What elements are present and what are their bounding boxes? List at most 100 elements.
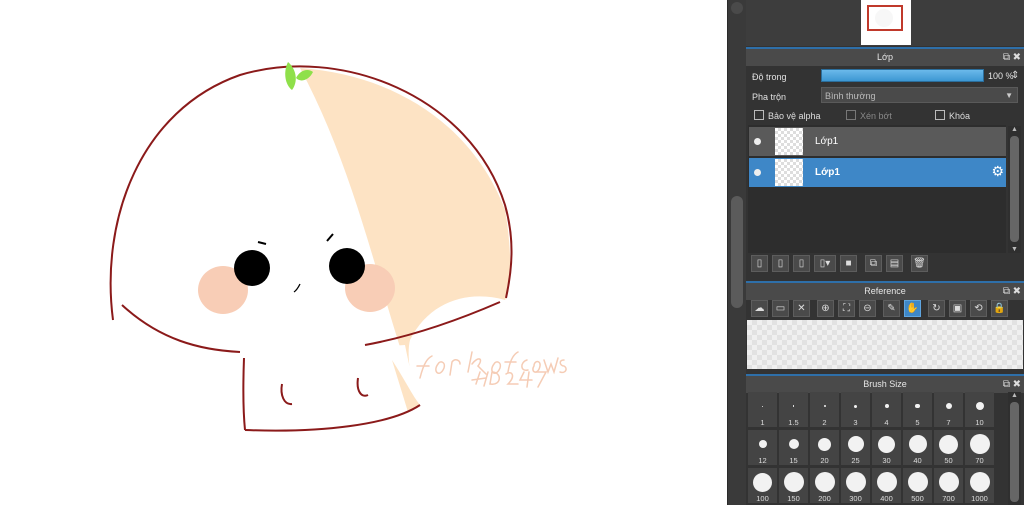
brush-size-option[interactable]: 20 bbox=[810, 430, 839, 465]
brush-scroll-thumb[interactable] bbox=[1010, 402, 1019, 502]
layer-row[interactable]: Lớp1 bbox=[749, 127, 1006, 156]
brush-size-option[interactable]: 50 bbox=[934, 430, 963, 465]
visibility-icon[interactable] bbox=[754, 138, 761, 145]
brush-size-option[interactable]: 5 bbox=[903, 392, 932, 427]
layer-row-selected[interactable]: Lớp1 ⚙ bbox=[749, 158, 1006, 187]
brush-size-option[interactable]: 1000 bbox=[965, 468, 994, 503]
delete-layer-icon[interactable]: 🗑 bbox=[911, 255, 928, 272]
brush-size-dot bbox=[915, 403, 920, 409]
rotate-icon[interactable]: ↻ bbox=[928, 300, 945, 317]
detach-icon[interactable]: ⧉ bbox=[1003, 376, 1010, 393]
new-folder-icon[interactable]: ■ bbox=[840, 255, 857, 272]
brush-size-option[interactable]: 70 bbox=[965, 430, 994, 465]
eyedropper-icon[interactable]: ✎ bbox=[883, 300, 900, 317]
brush-size-option[interactable]: 400 bbox=[872, 468, 901, 503]
brush-size-option[interactable]: 3 bbox=[841, 392, 870, 427]
brush-size-option[interactable]: 1.5 bbox=[779, 392, 808, 427]
scroll-down-icon[interactable]: ▼ bbox=[1011, 246, 1018, 253]
brush-size-label: 400 bbox=[880, 494, 893, 503]
opacity-slider[interactable] bbox=[821, 69, 984, 82]
brush-size-option[interactable]: 7 bbox=[934, 392, 963, 427]
scroll-up-icon[interactable]: ▲ bbox=[1011, 392, 1018, 399]
brush-size-label: 1.5 bbox=[788, 418, 799, 427]
new-1bit-layer-icon[interactable]: ▯ bbox=[793, 255, 810, 272]
brush-size-dot bbox=[758, 440, 767, 448]
checkbox-box bbox=[935, 110, 945, 120]
brush-size-label: 200 bbox=[818, 494, 831, 503]
layer-scroll-thumb[interactable] bbox=[1010, 136, 1019, 242]
protect-alpha-checkbox[interactable]: Bảo vệ alpha bbox=[754, 110, 821, 121]
opacity-stepper-icon[interactable]: ⇕ bbox=[1011, 70, 1019, 81]
detach-icon[interactable]: ⧉ bbox=[1003, 49, 1010, 66]
brush-size-dot bbox=[823, 405, 826, 407]
clipping-checkbox[interactable]: Xén bớt bbox=[846, 110, 892, 121]
brush-size-option[interactable]: 25 bbox=[841, 430, 870, 465]
brush-size-option[interactable]: 700 bbox=[934, 468, 963, 503]
opacity-value: 100 % bbox=[988, 71, 1014, 81]
blend-mode-select[interactable]: Bình thường ▼ bbox=[821, 87, 1018, 103]
hand-icon[interactable]: ✋ bbox=[904, 300, 921, 317]
add-layer-dropdown-icon[interactable]: ▯▾ bbox=[814, 255, 836, 272]
flip-icon[interactable]: ▣ bbox=[949, 300, 966, 317]
scroll-up-icon[interactable]: ▲ bbox=[1011, 126, 1018, 133]
new-halftone-layer-icon[interactable]: ▯ bbox=[772, 255, 789, 272]
duplicate-layer-icon[interactable]: ⧉ bbox=[865, 255, 882, 272]
cloud-icon[interactable]: ☁ bbox=[751, 300, 768, 317]
checkbox-box bbox=[754, 110, 764, 120]
close-icon[interactable]: ✖ bbox=[1013, 49, 1021, 66]
brush-size-option[interactable]: 40 bbox=[903, 430, 932, 465]
brush-size-panel-title: Brush Size bbox=[863, 379, 907, 389]
brush-size-option[interactable]: 4 bbox=[872, 392, 901, 427]
brush-size-dot bbox=[762, 405, 763, 407]
checkbox-box bbox=[846, 110, 856, 120]
canvas-vertical-scrollbar[interactable] bbox=[727, 0, 747, 505]
brush-size-option[interactable]: 12 bbox=[748, 430, 777, 465]
close-icon[interactable]: ✖ bbox=[1013, 283, 1021, 300]
brush-size-dot bbox=[945, 403, 952, 409]
close-icon[interactable]: ✖ bbox=[1013, 376, 1021, 393]
brush-size-option[interactable]: 300 bbox=[841, 468, 870, 503]
brush-size-label: 150 bbox=[787, 494, 800, 503]
brush-size-scrollbar[interactable]: ▲ bbox=[1008, 392, 1021, 505]
brush-size-option[interactable]: 1 bbox=[748, 392, 777, 427]
brush-size-dot bbox=[814, 472, 835, 492]
reference-toolbar: ☁ ▭ ✕ ⊕ ⛶ ⊖ ✎ ✋ ↻ ▣ ⟲ 🔒 bbox=[751, 300, 1012, 317]
brush-size-dot bbox=[938, 472, 959, 492]
open-folder-icon[interactable]: ▭ bbox=[772, 300, 789, 317]
visibility-icon[interactable] bbox=[754, 169, 761, 176]
fit-icon[interactable]: ⛶ bbox=[838, 300, 855, 317]
brush-size-dot bbox=[939, 434, 958, 454]
brush-size-label: 12 bbox=[758, 456, 767, 465]
brush-size-option[interactable]: 15 bbox=[779, 430, 808, 465]
zoom-out-icon[interactable]: ⊖ bbox=[859, 300, 876, 317]
layer-list-scrollbar[interactable]: ▲ ▼ bbox=[1008, 126, 1021, 253]
brush-size-option[interactable]: 30 bbox=[872, 430, 901, 465]
brush-size-dot bbox=[753, 472, 772, 492]
brush-size-label: 70 bbox=[975, 456, 984, 465]
lock-icon[interactable]: 🔒 bbox=[991, 300, 1008, 317]
brush-size-option[interactable]: 10 bbox=[965, 392, 994, 427]
navigator-preview[interactable] bbox=[861, 0, 911, 45]
viewport-frame[interactable] bbox=[867, 5, 903, 31]
gear-icon[interactable]: ⚙ bbox=[991, 163, 1004, 180]
signature-handwriting bbox=[416, 351, 567, 388]
drawing-canvas[interactable] bbox=[0, 0, 727, 505]
detach-icon[interactable]: ⧉ bbox=[1003, 283, 1010, 300]
zoom-in-icon[interactable]: ⊕ bbox=[817, 300, 834, 317]
side-panel: Lớp ⧉ ✖ Độ trong 100 % ⇕ Pha trộn Bình t… bbox=[746, 0, 1024, 505]
brush-size-option[interactable]: 100 bbox=[748, 468, 777, 503]
scroll-up-knob[interactable] bbox=[731, 2, 743, 14]
brush-size-option[interactable]: 150 bbox=[779, 468, 808, 503]
close-image-icon[interactable]: ✕ bbox=[793, 300, 810, 317]
lock-checkbox[interactable]: Khóa bbox=[935, 110, 970, 121]
scroll-thumb[interactable] bbox=[731, 196, 743, 308]
brush-size-option[interactable]: 500 bbox=[903, 468, 932, 503]
reset-icon[interactable]: ⟲ bbox=[970, 300, 987, 317]
merge-down-icon[interactable]: ▤ bbox=[886, 255, 903, 272]
layer-panel-title: Lớp bbox=[877, 52, 893, 62]
brush-size-option[interactable]: 2 bbox=[810, 392, 839, 427]
reference-image-area[interactable] bbox=[747, 320, 1023, 369]
brush-size-label: 15 bbox=[789, 456, 798, 465]
new-layer-icon[interactable]: ▯ bbox=[751, 255, 768, 272]
brush-size-option[interactable]: 200 bbox=[810, 468, 839, 503]
